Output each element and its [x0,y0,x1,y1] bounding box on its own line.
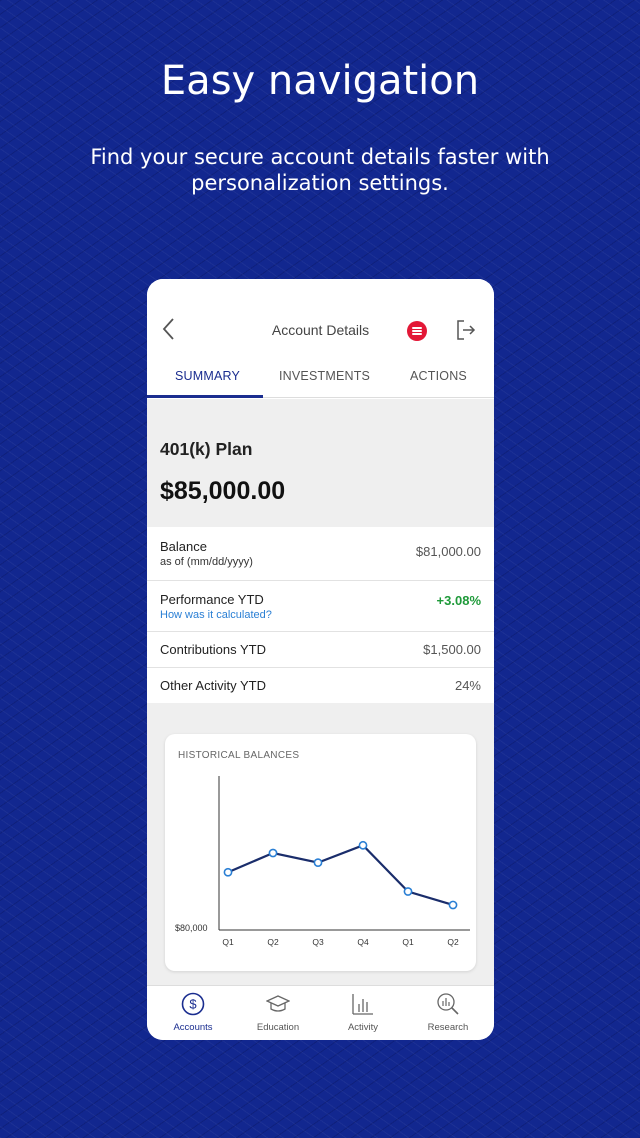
x-tick-label: Q2 [267,937,279,947]
hero-subtitle: Find your secure account details faster … [90,145,550,195]
logout-icon[interactable] [455,319,477,341]
series-line [227,844,454,907]
y-tick-label: $80,000 [175,923,208,933]
data-point[interactable] [223,867,233,877]
x-tick-label: Q1 [402,937,414,947]
plan-summary: 401(k) Plan $85,000.00 [147,399,494,527]
contributions-value: $1,500.00 [423,642,481,657]
nav-research-label: Research [427,1022,469,1033]
brand-logo-icon[interactable] [407,321,427,341]
dollar-circle-icon: $ [181,992,205,1016]
balance-value: $81,000.00 [415,544,481,559]
nav-education-label: Education [256,1022,300,1033]
svg-text:$: $ [189,997,197,1012]
other-activity-row: Other Activity YTD 24% [147,668,494,704]
data-point[interactable] [448,900,458,910]
balance-label: Balance [160,539,207,554]
chart-plot: $80,000 Q1 Q2 Q3 Q4 Q1 Q2 [175,776,470,947]
performance-calc-link[interactable]: How was it calculated? [160,609,272,621]
data-point[interactable] [313,858,323,868]
other-activity-label: Other Activity YTD [160,678,266,693]
tab-actions[interactable]: ACTIONS [410,369,467,383]
tab-investments[interactable]: INVESTMENTS [279,369,370,383]
nav-accounts[interactable]: $ Accounts [150,986,236,1040]
performance-label: Performance YTD [160,592,264,607]
hero-title: Easy navigation [160,58,480,104]
contributions-row: Contributions YTD $1,500.00 [147,632,494,668]
bottom-nav: $ Accounts Education Activity Research [147,985,494,1040]
data-point[interactable] [268,848,278,858]
phone-screen: Account Details SUMMARY INVESTMENTS ACTI… [147,279,494,1040]
graduation-cap-icon [266,995,290,1012]
tab-bar: SUMMARY INVESTMENTS ACTIONS [147,365,494,398]
bar-chart-icon [352,994,373,1015]
balance-date: as of (mm/dd/yyyy) [160,556,253,568]
other-activity-value: 24% [454,678,481,693]
contributions-label: Contributions YTD [160,642,266,657]
active-tab-indicator [147,395,263,398]
nav-activity-label: Activity [347,1022,379,1033]
plan-total-balance: $85,000.00 [160,477,286,505]
x-tick-label: Q2 [447,937,459,947]
nav-accounts-label: Accounts [173,1022,213,1033]
performance-row: Performance YTD How was it calculated? +… [147,581,494,632]
balance-row: Balance as of (mm/dd/yyyy) $81,000.00 [147,527,494,581]
nav-activity[interactable]: Activity [320,986,406,1040]
plan-name: 401(k) Plan [160,439,253,459]
x-tick-label: Q1 [222,937,234,947]
performance-value: +3.08% [436,593,481,608]
data-point[interactable] [403,887,413,896]
x-tick-label: Q4 [357,937,369,947]
data-point[interactable] [358,840,368,850]
magnifier-chart-icon [437,993,459,1015]
nav-research[interactable]: Research [405,986,491,1040]
app-header: Account Details [147,279,494,379]
nav-education[interactable]: Education [235,986,321,1040]
page-title: Account Details [271,322,370,338]
historical-balances-chart: HISTORICAL BALANCES $80,000 Q1 Q2 Q3 Q4 Q1 Q2 [165,734,476,971]
tab-summary[interactable]: SUMMARY [175,369,240,383]
x-tick-label: Q3 [312,937,324,947]
